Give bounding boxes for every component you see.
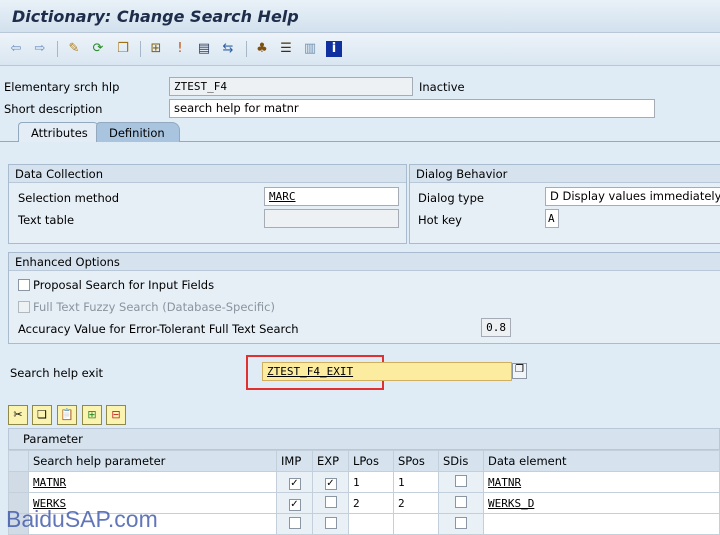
separator <box>246 41 247 57</box>
imp-cell <box>276 513 313 535</box>
insert-row-icon[interactable]: ⊞ <box>82 405 102 425</box>
separator <box>57 41 58 57</box>
parameter-table-title: Parameter <box>8 428 720 450</box>
display-object-list-icon[interactable]: ▤ <box>196 41 212 57</box>
watermark: BaiduSAP.com <box>6 506 158 532</box>
data-collection-group: Data Collection Selection method MARC Te… <box>8 164 407 244</box>
accuracy-value-field[interactable]: 0.8 <box>481 318 511 337</box>
status-text: Inactive <box>419 80 465 94</box>
sdis-cell <box>438 471 484 493</box>
text-table-input[interactable] <box>264 209 399 228</box>
group-title: Dialog Behavior <box>410 165 720 183</box>
select-all-cell[interactable] <box>8 450 29 472</box>
tab-definition[interactable]: Definition <box>96 122 180 142</box>
group-title: Data Collection <box>9 165 406 183</box>
column-header[interactable]: Data element <box>483 450 720 472</box>
sdis-checkbox[interactable] <box>455 516 467 529</box>
imp-cell: ✓ <box>276 471 313 493</box>
proposal-search-checkbox[interactable] <box>18 279 30 291</box>
column-header[interactable]: IMP <box>276 450 313 472</box>
separator <box>140 41 141 57</box>
sdis-cell <box>438 492 484 514</box>
enhanced-options-group: Enhanced Options Proposal Search for Inp… <box>8 252 720 344</box>
info-icon[interactable]: i <box>326 41 342 57</box>
dialog-type-select[interactable]: D Display values immediately <box>545 187 720 206</box>
hierarchy-icon[interactable]: ♣ <box>254 41 270 57</box>
column-header[interactable]: EXP <box>312 450 349 472</box>
where-used-icon[interactable]: ⊞ <box>148 41 164 57</box>
selection-method-label: Selection method <box>18 191 120 205</box>
short-description-label: Short description <box>4 102 103 116</box>
paste-icon[interactable]: 📋 <box>57 405 77 425</box>
exp-cell: ✓ <box>312 471 349 493</box>
check-icon[interactable]: ! <box>172 41 188 57</box>
dialog-behavior-group: Dialog Behavior Dialog type D Display va… <box>409 164 720 244</box>
sdis-checkbox[interactable] <box>455 495 467 508</box>
hot-key-input[interactable]: A <box>545 209 559 228</box>
table-header: Search help parameter IMP EXP LPos SPos … <box>8 450 720 472</box>
data-element-cell[interactable]: MATNR <box>483 471 720 493</box>
column-header[interactable]: LPos <box>348 450 394 472</box>
imp-checkbox[interactable] <box>288 516 301 529</box>
stack-icon[interactable]: ☰ <box>278 41 294 57</box>
spos-cell[interactable] <box>393 513 439 535</box>
imp-checkbox[interactable]: ✓ <box>288 498 301 511</box>
column-header[interactable]: SPos <box>393 450 439 472</box>
forward-icon[interactable]: ⇨ <box>32 41 48 57</box>
lpos-cell[interactable]: 2 <box>348 492 394 514</box>
layout-icon[interactable]: ▥ <box>302 41 318 57</box>
exp-checkbox[interactable]: ✓ <box>324 477 337 490</box>
dialog-type-label: Dialog type <box>418 191 484 205</box>
proposal-search-label: Proposal Search for Input Fields <box>33 278 215 292</box>
exp-checkbox[interactable] <box>324 495 337 508</box>
search-help-exit-label: Search help exit <box>10 366 104 380</box>
copy-icon[interactable]: ❏ <box>32 405 52 425</box>
imp-checkbox[interactable]: ✓ <box>288 477 301 490</box>
search-help-name-field: ZTEST_F4 <box>169 77 413 96</box>
data-element-cell[interactable]: WERKS_D <box>483 492 720 514</box>
search-help-exit-input[interactable]: ZTEST_F4_EXIT <box>262 362 512 381</box>
name-label: Elementary srch hlp <box>4 80 120 94</box>
application-toolbar: ⇦ ⇨ ✎ ⟳ ❐ ⊞ ! ▤ ⇆ ♣ ☰ ▥ i <box>0 33 720 66</box>
selection-method-input[interactable]: MARC <box>264 187 399 206</box>
row-selector[interactable] <box>8 471 29 493</box>
copy-object-icon[interactable]: ❐ <box>115 41 131 57</box>
spos-cell[interactable]: 1 <box>393 471 439 493</box>
lpos-cell[interactable]: 1 <box>348 471 394 493</box>
data-element-cell[interactable] <box>483 513 720 535</box>
edit-icon[interactable]: ✎ <box>66 41 82 57</box>
lpos-cell[interactable] <box>348 513 394 535</box>
back-icon[interactable]: ⇦ <box>8 41 24 57</box>
activate-icon[interactable]: ⟳ <box>90 41 106 57</box>
object-display-icon[interactable]: ❐ <box>512 363 527 379</box>
exp-cell <box>312 513 349 535</box>
text-table-label: Text table <box>18 213 75 227</box>
group-title: Enhanced Options <box>9 253 720 271</box>
imp-cell: ✓ <box>276 492 313 514</box>
column-header[interactable]: SDis <box>438 450 484 472</box>
tab-attributes[interactable]: Attributes <box>18 122 101 142</box>
sdis-checkbox[interactable] <box>455 474 467 487</box>
window-title: Dictionary: Change Search Help <box>12 7 299 26</box>
accuracy-label: Accuracy Value for Error-Tolerant Full T… <box>18 322 299 336</box>
table-row[interactable]: MATNR ✓ ✓ 1 1 MATNR <box>8 471 720 493</box>
sdis-cell <box>438 513 484 535</box>
delete-row-icon[interactable]: ⊟ <box>106 405 126 425</box>
fuzzy-search-label: Full Text Fuzzy Search (Database-Specifi… <box>33 300 275 314</box>
navigate-icon[interactable]: ⇆ <box>220 41 236 57</box>
cut-icon[interactable]: ✂ <box>8 405 28 425</box>
parameter-name-cell[interactable]: MATNR <box>28 471 277 493</box>
title-bar: Dictionary: Change Search Help <box>0 0 720 33</box>
spos-cell[interactable]: 2 <box>393 492 439 514</box>
fuzzy-search-checkbox[interactable] <box>18 301 30 313</box>
exp-checkbox[interactable] <box>324 516 337 529</box>
column-header[interactable]: Search help parameter <box>28 450 277 472</box>
exp-cell <box>312 492 349 514</box>
hot-key-label: Hot key <box>418 213 462 227</box>
short-description-input[interactable]: search help for matnr <box>169 99 655 118</box>
